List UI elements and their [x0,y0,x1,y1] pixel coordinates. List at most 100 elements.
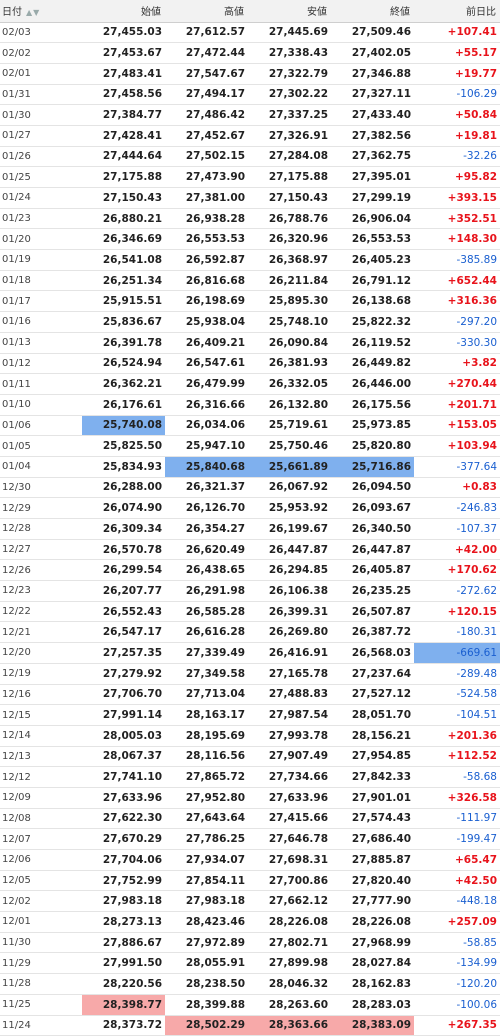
table-row: 12/02 27,983.18 27,983.18 27,662.12 27,777.9… [0,890,500,913]
table-row: 01/16 25,836.67 25,938.04 25,748.10 25,822.3… [0,311,500,333]
close-cell: 26,906.04 [331,208,414,230]
low-cell: 27,802.71 [248,932,331,954]
date-cell: 11/28 [0,973,82,995]
date-cell: 12/09 [0,787,82,809]
low-cell: 26,320.96 [248,228,331,251]
change-cell: +42.00 [414,539,500,561]
change-cell: +267.35 [414,1015,500,1036]
date-cell: 12/02 [0,890,82,913]
open-cell: 27,991.50 [82,952,165,975]
sort-icon[interactable]: ▲▼ [26,8,40,17]
open-cell: 27,704.06 [82,849,165,871]
table-row: 12/30 26,288.00 26,321.37 26,067.92 26,094.5… [0,477,500,499]
date-cell: 01/17 [0,290,82,313]
high-cell: 26,409.21 [165,332,248,354]
table-row: 01/26 27,444.64 27,502.15 27,284.08 27,362.7… [0,146,500,168]
change-cell: +3.82 [414,353,500,375]
low-cell: 26,294.85 [248,559,331,582]
close-cell: 27,362.75 [331,146,414,168]
close-cell: 26,094.50 [331,477,414,499]
high-cell: 26,553.53 [165,228,248,251]
open-cell: 26,880.21 [82,208,165,230]
close-cell: 26,405.23 [331,249,414,271]
date-cell: 01/12 [0,353,82,375]
high-cell: 26,816.68 [165,270,248,292]
low-cell: 26,447.87 [248,539,331,561]
low-cell: 27,415.66 [248,808,331,830]
change-cell: +201.71 [414,394,500,416]
open-cell: 27,257.35 [82,642,165,664]
table-row: 11/30 27,886.67 27,972.89 27,802.71 27,968.9… [0,932,500,954]
date-cell: 12/30 [0,477,82,499]
change-cell: +55.17 [414,42,500,64]
high-cell: 26,547.61 [165,353,248,375]
table-row: 12/19 27,279.92 27,349.58 27,165.78 27,237.6… [0,663,500,685]
low-cell: 26,067.92 [248,477,331,499]
open-cell: 26,074.90 [82,497,165,519]
change-cell: +0.83 [414,477,500,499]
date-cell: 12/01 [0,911,82,933]
low-cell: 26,199.67 [248,518,331,540]
high-cell: 27,713.04 [165,684,248,706]
date-cell: 01/18 [0,270,82,292]
table-row: 11/29 27,991.50 28,055.91 27,899.98 28,027.8… [0,952,500,975]
open-cell: 27,706.70 [82,684,165,706]
close-cell: 26,175.56 [331,394,414,416]
open-cell: 26,541.08 [82,249,165,271]
change-cell: -58.68 [414,766,500,788]
low-cell: 27,284.08 [248,146,331,168]
open-cell: 27,279.92 [82,663,165,685]
high-cell: 26,354.27 [165,518,248,540]
open-cell: 27,752.99 [82,870,165,892]
low-cell: 26,132.80 [248,394,331,416]
date-cell: 01/27 [0,125,82,147]
low-cell: 26,416.91 [248,642,331,664]
date-cell: 12/07 [0,828,82,850]
high-cell: 27,381.00 [165,187,248,209]
date-cell: 12/05 [0,870,82,892]
close-cell: 27,885.87 [331,849,414,871]
table-row: 01/19 26,541.08 26,592.87 26,368.97 26,405.2… [0,249,500,271]
header-date-label: 日付 [2,7,22,19]
low-cell: 27,646.78 [248,828,331,850]
high-cell: 27,983.18 [165,890,248,913]
header-high: 高値 [165,0,248,23]
high-cell: 27,472.44 [165,42,248,64]
low-cell: 27,700.86 [248,870,331,892]
open-cell: 26,547.17 [82,621,165,644]
change-cell: +326.58 [414,787,500,809]
low-cell: 25,748.10 [248,311,331,333]
change-cell: +50.84 [414,104,500,126]
date-cell: 01/13 [0,332,82,354]
open-cell: 27,444.64 [82,146,165,168]
change-cell: -330.30 [414,332,500,354]
low-cell: 27,302.22 [248,84,331,106]
change-cell: +201.36 [414,725,500,747]
high-cell: 27,786.25 [165,828,248,850]
close-cell: 25,820.80 [331,435,414,457]
change-cell: +19.77 [414,63,500,85]
date-cell: 01/11 [0,373,82,395]
table-row: 01/24 27,150.43 27,381.00 27,150.43 27,299.1… [0,187,500,209]
high-cell: 27,473.90 [165,166,248,188]
low-cell: 25,719.61 [248,415,331,437]
high-cell: 26,938.28 [165,208,248,230]
high-cell: 28,399.88 [165,994,248,1016]
change-cell: -385.89 [414,249,500,271]
open-cell: 27,428.41 [82,125,165,147]
high-cell: 26,321.37 [165,477,248,499]
close-cell: 27,402.05 [331,42,414,64]
change-cell: +112.52 [414,746,500,768]
table-row: 12/07 27,670.29 27,786.25 27,646.78 27,686.4… [0,828,500,850]
high-cell: 27,494.17 [165,84,248,106]
date-cell: 02/02 [0,42,82,64]
close-cell: 28,283.03 [331,994,414,1016]
high-cell: 27,452.67 [165,125,248,147]
table-row: 12/06 27,704.06 27,934.07 27,698.31 27,885.8… [0,849,500,871]
table-row: 02/01 27,483.41 27,547.67 27,322.79 27,346.8… [0,63,500,85]
change-cell: +95.82 [414,166,500,188]
low-cell: 27,899.98 [248,952,331,975]
low-cell: 26,381.93 [248,353,331,375]
header-date[interactable]: 日付 ▲▼ [0,0,82,23]
date-cell: 01/06 [0,415,82,437]
